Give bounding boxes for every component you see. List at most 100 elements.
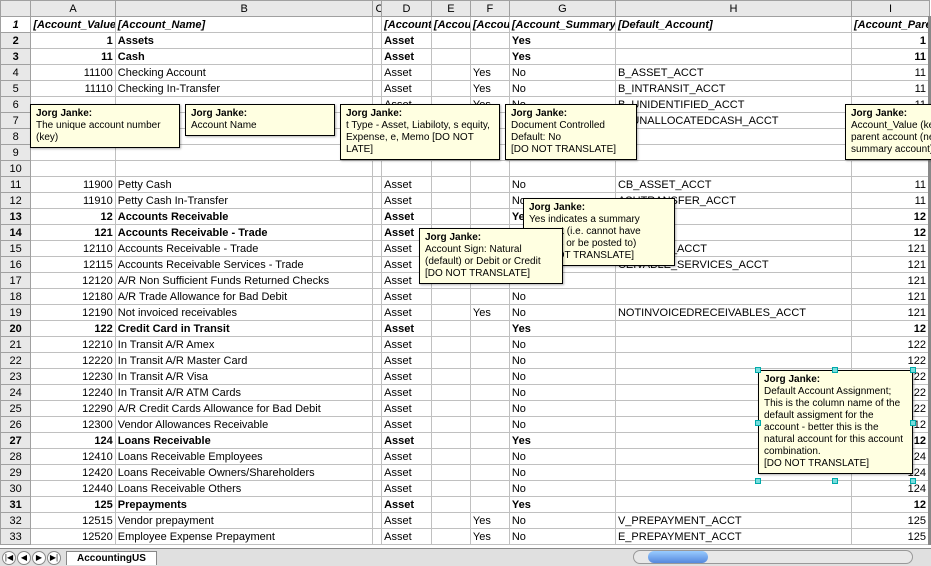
row-header[interactable]: 32	[1, 513, 31, 529]
cell[interactable]	[373, 257, 382, 273]
cell[interactable]: No	[509, 369, 615, 385]
cell[interactable]	[373, 209, 382, 225]
cell[interactable]: B_INTRANSIT_ACCT	[615, 81, 851, 97]
cell[interactable]: Assets	[115, 33, 373, 49]
cell[interactable]	[615, 33, 851, 49]
cell[interactable]	[373, 177, 382, 193]
row-header[interactable]: 25	[1, 401, 31, 417]
cell[interactable]: Petty Cash In-Transfer	[115, 193, 373, 209]
cell[interactable]: Yes	[509, 497, 615, 513]
cell[interactable]	[431, 369, 470, 385]
cell[interactable]	[431, 305, 470, 321]
cell[interactable]	[470, 193, 509, 209]
cell[interactable]	[31, 161, 115, 177]
cell[interactable]	[115, 161, 373, 177]
cell[interactable]	[373, 433, 382, 449]
cell[interactable]	[373, 225, 382, 241]
cell[interactable]: In Transit A/R ATM Cards	[115, 385, 373, 401]
cell[interactable]	[431, 193, 470, 209]
row-header[interactable]: 29	[1, 465, 31, 481]
cell[interactable]: No	[509, 305, 615, 321]
col-H[interactable]: H	[615, 1, 851, 17]
cell[interactable]: Asset	[382, 449, 432, 465]
cell[interactable]: 11900	[31, 177, 115, 193]
cell[interactable]: Checking Account	[115, 65, 373, 81]
cell[interactable]	[470, 289, 509, 305]
cell[interactable]: Loans Receivable Employees	[115, 449, 373, 465]
cell[interactable]	[431, 433, 470, 449]
cell[interactable]	[431, 417, 470, 433]
cell[interactable]: [Account_Summary]	[509, 17, 615, 33]
cell-comment[interactable]: Jorg Janke:Document ControlledDefault: N…	[505, 104, 637, 160]
cell[interactable]	[615, 49, 851, 65]
cell[interactable]	[431, 161, 470, 177]
row-header[interactable]: 8	[1, 129, 31, 145]
col-F[interactable]: F	[470, 1, 509, 17]
row-header[interactable]: 33	[1, 529, 31, 545]
cell[interactable]	[431, 289, 470, 305]
cell[interactable]: B_UNALLOCATEDCASH_ACCT	[615, 113, 851, 129]
cell[interactable]	[615, 353, 851, 369]
cell[interactable]	[615, 337, 851, 353]
cell[interactable]	[470, 161, 509, 177]
cell[interactable]: No	[509, 465, 615, 481]
col-C[interactable]: C	[373, 1, 382, 17]
selection-handle[interactable]	[755, 478, 761, 484]
cell[interactable]: Asset	[382, 465, 432, 481]
cell[interactable]	[431, 65, 470, 81]
row-header[interactable]: 2	[1, 33, 31, 49]
row-header[interactable]: 4	[1, 65, 31, 81]
cell[interactable]: 12230	[31, 369, 115, 385]
row-header[interactable]: 21	[1, 337, 31, 353]
cell[interactable]: B_ASSET_ACCT	[615, 65, 851, 81]
cell[interactable]: Yes	[509, 433, 615, 449]
cell[interactable]: Not invoiced receivables	[115, 305, 373, 321]
cell[interactable]	[470, 49, 509, 65]
cell[interactable]: Yes	[470, 65, 509, 81]
cell[interactable]: 12515	[31, 513, 115, 529]
cell[interactable]: 12110	[31, 241, 115, 257]
cell[interactable]: Employee Expense Prepayment	[115, 529, 373, 545]
cell[interactable]: 12	[851, 209, 929, 225]
cell[interactable]: Asset	[382, 513, 432, 529]
cell[interactable]: 12300	[31, 417, 115, 433]
cell[interactable]	[470, 465, 509, 481]
cell[interactable]	[373, 369, 382, 385]
row-header[interactable]: 24	[1, 385, 31, 401]
cell[interactable]	[615, 161, 851, 177]
cell[interactable]: 12115	[31, 257, 115, 273]
cell[interactable]: 12	[851, 225, 929, 241]
cell[interactable]: Asset	[382, 177, 432, 193]
cell[interactable]: 11	[851, 193, 929, 209]
cell[interactable]	[373, 385, 382, 401]
cell[interactable]	[470, 433, 509, 449]
row-header[interactable]: 28	[1, 449, 31, 465]
cell[interactable]: No	[509, 481, 615, 497]
cell[interactable]: 12240	[31, 385, 115, 401]
row-header[interactable]: 22	[1, 353, 31, 369]
cell[interactable]: [Account_Parent]	[851, 17, 929, 33]
row-header[interactable]: 7	[1, 113, 31, 129]
cell[interactable]: No	[509, 289, 615, 305]
cell[interactable]: Asset	[382, 337, 432, 353]
cell[interactable]: No	[509, 177, 615, 193]
cell[interactable]: Asset	[382, 305, 432, 321]
cell[interactable]	[470, 385, 509, 401]
cell[interactable]: [Account_Value]	[31, 17, 115, 33]
cell[interactable]	[615, 321, 851, 337]
row-header[interactable]: 14	[1, 225, 31, 241]
cell[interactable]: In Transit A/R Visa	[115, 369, 373, 385]
cell[interactable]: 11	[851, 81, 929, 97]
cell[interactable]: Accounts Receivable	[115, 209, 373, 225]
cell[interactable]	[373, 289, 382, 305]
cell[interactable]: Asset	[382, 49, 432, 65]
row-header[interactable]: 20	[1, 321, 31, 337]
cell[interactable]	[431, 337, 470, 353]
row-header[interactable]: 1	[1, 17, 31, 33]
selection-handle[interactable]	[755, 420, 761, 426]
cell[interactable]	[470, 401, 509, 417]
cell[interactable]: Accounts Receivable Services - Trade	[115, 257, 373, 273]
cell[interactable]: 125	[31, 497, 115, 513]
row-header[interactable]: 10	[1, 161, 31, 177]
cell[interactable]	[373, 529, 382, 545]
